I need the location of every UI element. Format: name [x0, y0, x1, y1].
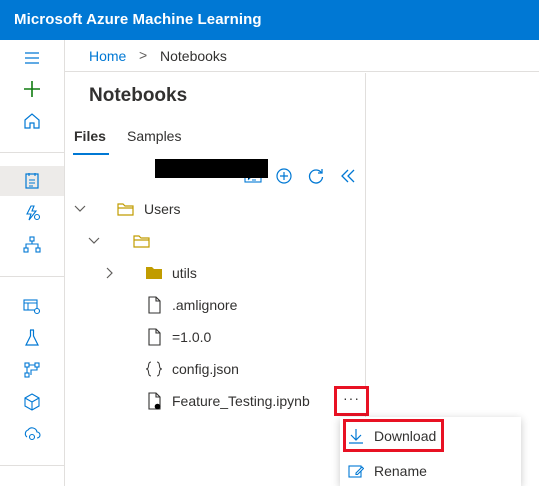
app-header: Microsoft Azure Machine Learning	[0, 0, 539, 40]
home-icon[interactable]	[20, 109, 44, 133]
active-tab-indicator	[73, 153, 109, 155]
tree-label-notebook: Feature_Testing.ipynb	[172, 393, 310, 409]
breadcrumb: Home > Notebooks	[65, 40, 539, 72]
nav-divider	[0, 152, 64, 153]
models-icon[interactable]	[20, 390, 44, 414]
notebook-file-icon	[148, 392, 161, 410]
tree-row-notebook[interactable]: Feature_Testing.ipynb	[65, 385, 366, 417]
pipelines-icon[interactable]	[20, 358, 44, 382]
json-braces-icon	[145, 361, 163, 377]
tree-label-users: Users	[144, 201, 181, 217]
tree-label-version-file: =1.0.0	[172, 329, 212, 345]
file-icon	[148, 296, 161, 314]
download-icon	[349, 429, 363, 444]
file-icon	[148, 328, 161, 346]
tree-label-config: config.json	[172, 361, 239, 377]
tab-files[interactable]: Files	[74, 128, 106, 144]
ellipsis-icon: ···	[343, 390, 360, 406]
create-new-icon[interactable]	[20, 77, 44, 101]
endpoints-icon[interactable]	[20, 422, 44, 446]
redacted-block	[155, 159, 268, 178]
tab-samples[interactable]: Samples	[127, 128, 181, 144]
breadcrumb-separator: >	[139, 47, 148, 63]
collapse-panel-icon[interactable]	[337, 165, 359, 187]
breadcrumb-current: Notebooks	[160, 48, 227, 64]
nav-divider	[0, 276, 64, 277]
app-title: Microsoft Azure Machine Learning	[14, 11, 262, 28]
notebooks-icon[interactable]	[20, 169, 44, 193]
experiments-icon[interactable]	[20, 326, 44, 350]
tree-row-redacted-folder[interactable]	[65, 225, 366, 257]
context-menu: Download Rename	[340, 417, 521, 486]
tree-row-config[interactable]: config.json	[65, 353, 366, 385]
refresh-icon[interactable]	[305, 165, 327, 187]
hamburger-menu-icon[interactable]	[20, 46, 44, 70]
tree-row-utils[interactable]: utils	[65, 257, 366, 289]
chevron-right-icon[interactable]	[103, 266, 117, 280]
tree-label-amlignore: .amlignore	[172, 297, 238, 313]
tree-row-amlignore[interactable]: .amlignore	[65, 289, 366, 321]
nav-divider	[0, 465, 64, 466]
menu-label-rename: Rename	[374, 463, 427, 479]
folder-open-icon	[133, 235, 150, 248]
left-nav	[0, 40, 65, 486]
add-file-icon[interactable]	[273, 165, 295, 187]
folder-icon	[146, 267, 162, 279]
folder-open-icon	[117, 203, 134, 216]
datasets-icon[interactable]	[20, 294, 44, 318]
breadcrumb-home-link[interactable]: Home	[89, 48, 126, 64]
menu-label-download: Download	[374, 428, 437, 444]
tree-row-users[interactable]: Users	[65, 193, 366, 225]
tree-row-version-file[interactable]: =1.0.0	[65, 321, 366, 353]
designer-icon[interactable]	[20, 233, 44, 257]
tree-label-utils: utils	[172, 265, 197, 281]
chevron-down-icon[interactable]	[73, 202, 87, 216]
notebooks-panel: Notebooks Files Samples Users utils .aml…	[65, 73, 366, 486]
chevron-down-icon[interactable]	[87, 234, 101, 248]
automated-ml-icon[interactable]	[20, 201, 44, 225]
menu-item-download[interactable]: Download	[340, 420, 521, 452]
rename-icon	[348, 465, 364, 478]
panel-title: Notebooks	[89, 85, 188, 106]
more-options-button[interactable]: ···	[334, 386, 369, 416]
menu-item-rename[interactable]: Rename	[340, 455, 521, 486]
